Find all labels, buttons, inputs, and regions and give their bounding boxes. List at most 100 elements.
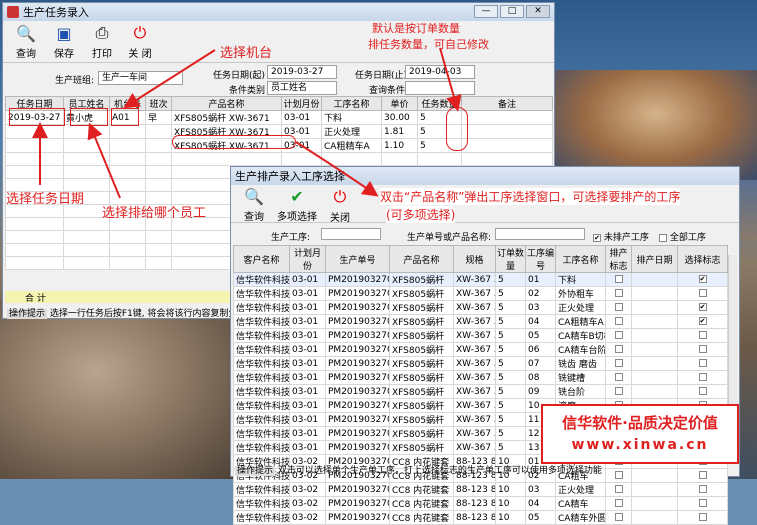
select-flag-checkbox[interactable] — [698, 331, 707, 339]
task-cell[interactable] — [5, 256, 64, 270]
process-cell[interactable]: PM201903270002 — [325, 496, 390, 511]
process-row[interactable]: 信华软件科技03-02PM201903270002CC8 内花键套88-123 … — [233, 482, 728, 497]
process-cell[interactable]: 03 — [525, 482, 556, 497]
process-cell[interactable]: CC8 内花键套 — [389, 496, 454, 511]
schedule-flag-checkbox[interactable] — [614, 303, 623, 311]
task-cell[interactable] — [145, 243, 172, 257]
close-window-button[interactable]: ✕ — [526, 5, 550, 18]
task-cell[interactable] — [109, 165, 146, 179]
task-cell[interactable]: 03-01 — [281, 110, 322, 125]
process-cell[interactable]: 5 — [495, 342, 526, 357]
process-cell[interactable]: XFS805蜗杆 — [389, 440, 454, 455]
process-cell[interactable] — [605, 496, 632, 511]
process-cell[interactable]: 03 — [525, 300, 556, 315]
process-cell[interactable]: 03-01 — [289, 440, 326, 455]
process-cell[interactable]: 正火处理 — [555, 482, 606, 497]
process-cell[interactable]: 03-01 — [289, 286, 326, 301]
process-cell[interactable]: 5 — [495, 314, 526, 329]
process-cell[interactable] — [631, 328, 678, 343]
process-cell[interactable]: 5 — [495, 398, 526, 413]
process-cell[interactable] — [631, 468, 678, 483]
process-cell[interactable]: CA粗精车A — [555, 314, 606, 329]
task-cell[interactable]: XFS805蜗杆 XW-3671 — [171, 110, 282, 125]
process-cell[interactable]: XW-367 XW-3671 — [453, 272, 496, 287]
task-cell[interactable] — [145, 124, 172, 139]
process-cell[interactable] — [631, 482, 678, 497]
process-cell[interactable]: 02 — [525, 286, 556, 301]
process-row[interactable]: 信华软件科技03-01PM201903270001XFS805蜗杆XW-367 … — [233, 286, 728, 301]
multi-select-button[interactable]: ✔ 多项选择 — [275, 187, 319, 223]
task-cell[interactable] — [5, 217, 64, 231]
task-cell[interactable] — [171, 152, 282, 166]
select-flag-checkbox[interactable] — [698, 289, 707, 297]
process-cell[interactable]: CA精车 — [555, 496, 606, 511]
select-flag-checkbox[interactable]: ✔ — [698, 275, 707, 283]
process-cell[interactable]: 09 — [525, 384, 556, 399]
task-cell[interactable] — [321, 152, 382, 166]
process-cell[interactable]: 正火处理 — [555, 300, 606, 315]
process-cell[interactable]: 03-01 — [289, 314, 326, 329]
task-cell[interactable] — [145, 138, 172, 153]
task-cell[interactable] — [109, 124, 146, 139]
process-cell[interactable]: 信华软件科技 — [233, 356, 290, 371]
process-cell[interactable]: XW-367 XW-3671 — [453, 426, 496, 441]
process-cell[interactable]: PM201903270001 — [325, 342, 390, 357]
process-row[interactable]: 信华软件科技03-02PM201903270002CC8 内花键套88-123 … — [233, 496, 728, 511]
print-button[interactable]: ⎙ 打印 — [85, 23, 119, 60]
process-col-header[interactable]: 客户名称 — [233, 245, 290, 273]
select-flag-checkbox[interactable] — [698, 373, 707, 381]
process-cell[interactable]: XW-367 XW-3671 — [453, 440, 496, 455]
query-button[interactable]: 🔍 查询 — [9, 23, 43, 61]
process-cell[interactable]: 03-01 — [289, 328, 326, 343]
process-cell[interactable]: 03-01 — [289, 342, 326, 357]
process-cell[interactable]: XFS805蜗杆 — [389, 314, 454, 329]
process-cell[interactable]: 铣齿 磨齿 — [555, 356, 606, 371]
process-row[interactable]: 信华软件科技03-01PM201903270001XFS805蜗杆XW-367 … — [233, 370, 728, 385]
process-cell[interactable]: PM201903270001 — [325, 314, 390, 329]
process-cell[interactable] — [677, 342, 728, 357]
schedule-flag-checkbox[interactable] — [614, 485, 623, 493]
process-cell[interactable]: 5 — [495, 426, 526, 441]
process-col-header[interactable]: 规格 — [453, 245, 496, 273]
process-cell[interactable]: XW-367 XW-3671 — [453, 384, 496, 399]
process-cell[interactable]: XFS805蜗杆 — [389, 300, 454, 315]
process-col-header[interactable]: 选择标志 — [677, 245, 728, 273]
task-cell[interactable]: 1.10 — [381, 138, 418, 153]
process-cell[interactable]: PM201903270001 — [325, 440, 390, 455]
process-cell[interactable]: CA精车外圆 — [555, 510, 606, 525]
process-cell[interactable]: 铣台阶 — [555, 384, 606, 399]
task-cell[interactable] — [63, 243, 110, 257]
process-cell[interactable] — [631, 356, 678, 371]
process-cell[interactable]: 5 — [495, 412, 526, 427]
process-cell[interactable]: XW-367 XW-3671 — [453, 342, 496, 357]
task-cell[interactable] — [145, 152, 172, 166]
task-cell[interactable]: 1.81 — [381, 124, 418, 139]
process-cell[interactable]: ✔ — [677, 314, 728, 329]
process-cell[interactable]: 07 — [525, 356, 556, 371]
process-cell[interactable] — [605, 510, 632, 525]
process-cell[interactable]: XW-367 XW-3671 — [453, 328, 496, 343]
process-cell[interactable]: XFS805蜗杆 — [389, 342, 454, 357]
close-button[interactable]: ⏻ 关 闭 — [123, 23, 157, 60]
process-cell[interactable] — [677, 468, 728, 483]
task-cell[interactable] — [461, 110, 553, 125]
process-cell[interactable] — [605, 314, 632, 329]
process-cell[interactable]: 5 — [495, 384, 526, 399]
schedule-flag-checkbox[interactable] — [614, 317, 623, 325]
process-cell[interactable]: 10 — [495, 482, 526, 497]
task-cell[interactable] — [63, 230, 110, 244]
process-cell[interactable] — [631, 384, 678, 399]
task-cell[interactable] — [63, 165, 110, 179]
process-cell[interactable]: 外协粗车 — [555, 286, 606, 301]
process-cell[interactable] — [605, 300, 632, 315]
task-row-empty[interactable] — [5, 152, 553, 166]
process-cell[interactable] — [677, 496, 728, 511]
task-cell[interactable] — [461, 138, 553, 153]
task-cell[interactable]: 正火处理 — [321, 124, 382, 139]
process-cell[interactable]: 05 — [525, 328, 556, 343]
process-cell[interactable] — [605, 286, 632, 301]
process-cell[interactable]: 06 — [525, 342, 556, 357]
process-cell[interactable]: 03-01 — [289, 412, 326, 427]
process-cell[interactable] — [677, 482, 728, 497]
task-col-header[interactable]: 班次 — [145, 96, 172, 111]
